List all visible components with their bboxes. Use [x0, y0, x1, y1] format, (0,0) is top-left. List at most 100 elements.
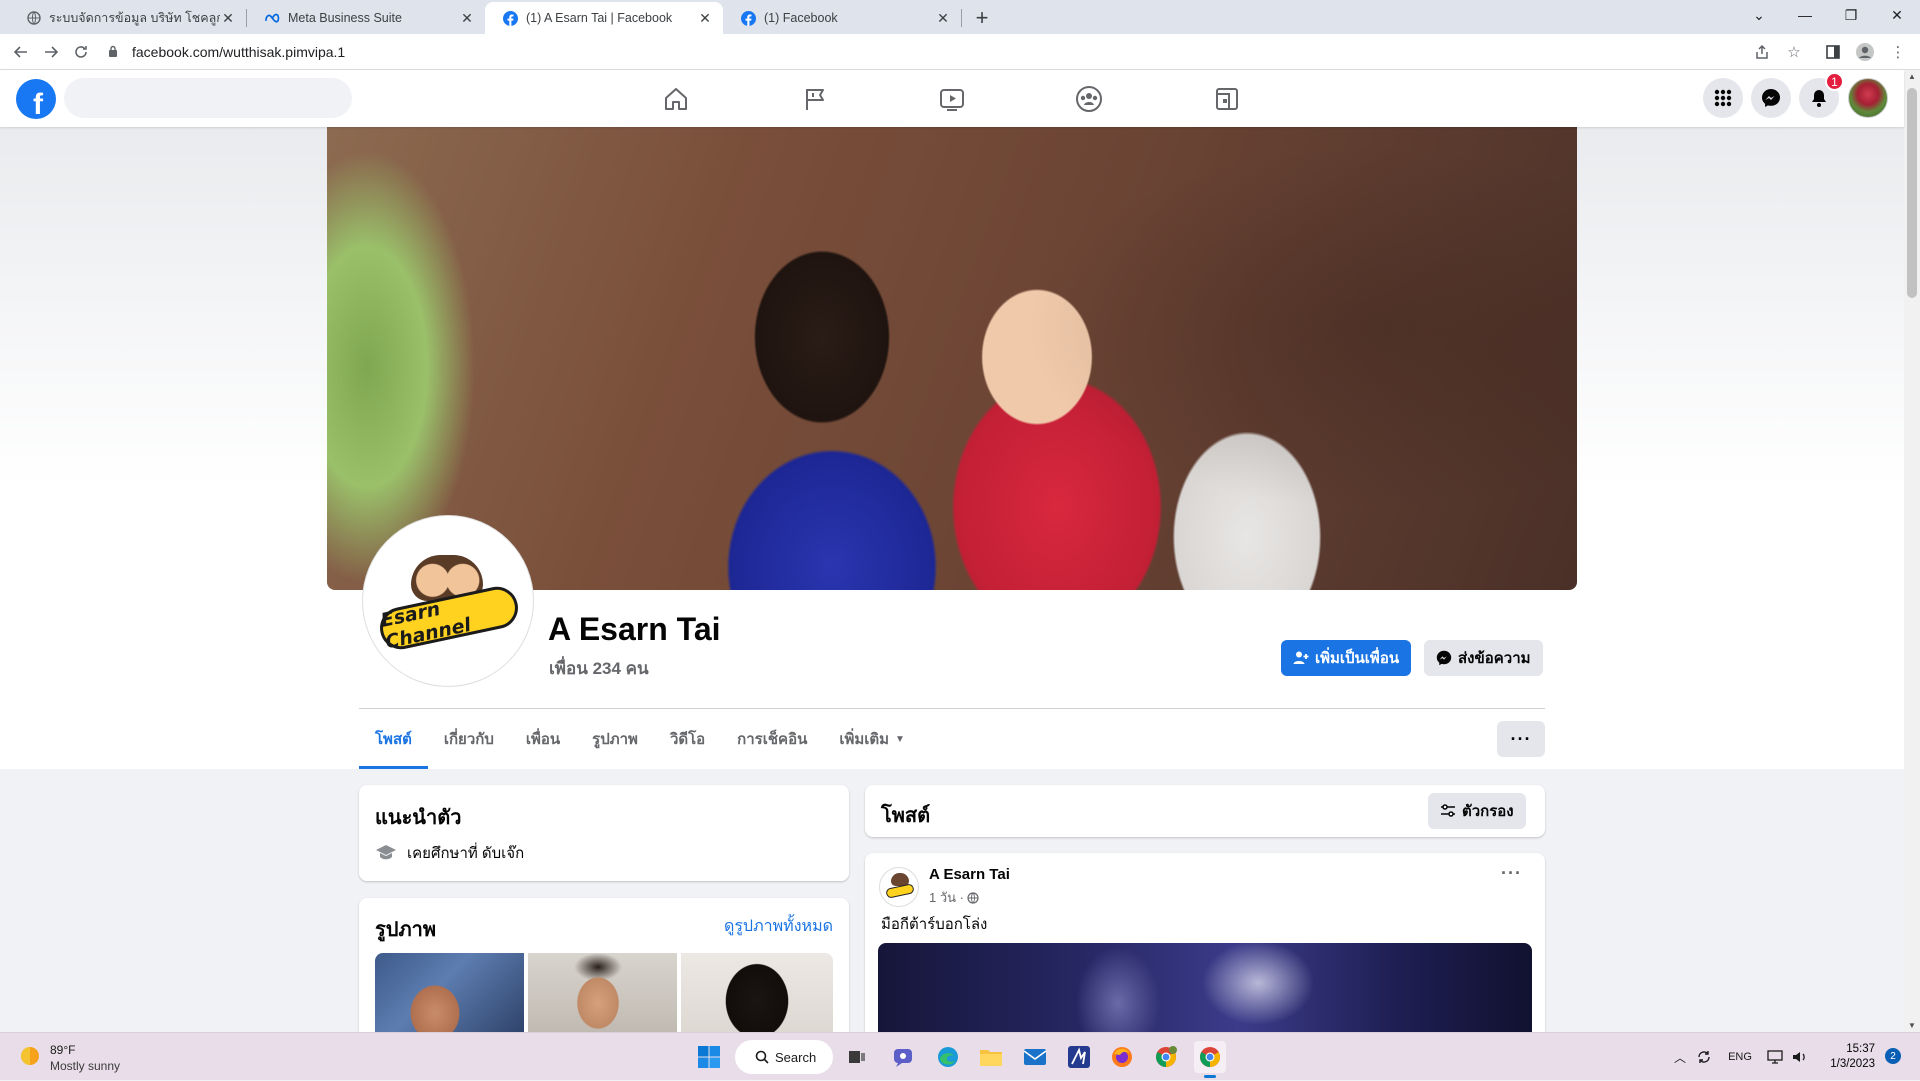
- account-avatar[interactable]: [1848, 78, 1888, 118]
- display-icon[interactable]: [1762, 1050, 1788, 1064]
- notifications-bell-icon[interactable]: 1: [1799, 72, 1844, 118]
- profile-icon[interactable]: [1851, 38, 1879, 66]
- close-tab-icon[interactable]: ✕: [935, 10, 951, 26]
- firefox-icon[interactable]: [1106, 1041, 1138, 1073]
- filter-button[interactable]: ตัวกรอง: [1428, 793, 1526, 829]
- browser-tab[interactable]: ระบบจัดการข้อมูล บริษัท โชคลูกโชค · ✕: [8, 2, 246, 34]
- gaming-icon[interactable]: [1171, 70, 1283, 127]
- sync-icon[interactable]: [1690, 1049, 1718, 1065]
- scroll-up-arrow-icon[interactable]: ▲: [1908, 72, 1916, 81]
- intro-education-row: เคยศึกษาที่ ดับเจ๊ก: [375, 841, 524, 865]
- facebook-search-input[interactable]: [64, 78, 352, 118]
- chrome-icon[interactable]: [1194, 1041, 1226, 1078]
- groups-icon[interactable]: [1033, 70, 1145, 127]
- menu-grid-icon[interactable]: [1703, 78, 1743, 118]
- new-tab-button[interactable]: +: [966, 2, 998, 34]
- task-view-icon[interactable]: [841, 1041, 873, 1073]
- chrome-profile-icon[interactable]: [1150, 1041, 1182, 1073]
- post-author-avatar[interactable]: [879, 867, 919, 907]
- windows-start-icon[interactable]: [693, 1041, 725, 1073]
- weather-desc: Mostly sunny: [50, 1059, 121, 1073]
- browser-tab[interactable]: Meta Business Suite ✕: [247, 2, 485, 34]
- browser-tab[interactable]: (1) Facebook ✕: [723, 2, 961, 34]
- teams-chat-icon[interactable]: [887, 1041, 919, 1073]
- photo-thumbnail[interactable]: [528, 953, 677, 1043]
- tab-friends[interactable]: เพื่อน: [510, 709, 576, 769]
- post-text: มือกีต้าร์บอกโล่ง: [881, 916, 988, 933]
- minimize-button[interactable]: —: [1782, 0, 1828, 30]
- tab-videos[interactable]: วิดีโอ: [654, 709, 721, 769]
- tab-about[interactable]: เกี่ยวกับ: [428, 709, 510, 769]
- tray-overflow-chevron-icon[interactable]: ︿: [1670, 1049, 1690, 1066]
- photo-thumbnail[interactable]: [375, 953, 524, 1043]
- forward-icon[interactable]: [36, 37, 66, 67]
- search-icon: [755, 1050, 769, 1064]
- post-meta: 1 วัน ·: [929, 887, 979, 908]
- tab-more-label: เพิ่มเติม: [839, 731, 890, 748]
- pages-flag-icon[interactable]: [759, 70, 871, 127]
- browser-tab-active[interactable]: (1) A Esarn Tai | Facebook ✕: [485, 2, 723, 34]
- post-author-name[interactable]: A Esarn Tai: [929, 866, 1010, 883]
- post-video[interactable]: [878, 943, 1532, 1043]
- see-all-photos-link[interactable]: ดูรูปภาพทั้งหมด: [724, 914, 833, 939]
- public-globe-icon: [967, 891, 979, 904]
- browser-tab-strip: ระบบจัดการข้อมูล บริษัท โชคลูกโชค · ✕ Me…: [0, 0, 1920, 34]
- page-scrollbar[interactable]: ▲ ▼: [1904, 70, 1920, 1032]
- posts-heading: โพสต์: [881, 805, 931, 827]
- filter-sliders-icon: [1440, 804, 1456, 818]
- system-clock[interactable]: 15:37 1/3/2023: [1815, 1042, 1875, 1072]
- tab-separator: [961, 9, 962, 27]
- post-time[interactable]: 1 วัน ·: [929, 887, 964, 908]
- taskbar-search-label: Search: [775, 1049, 817, 1065]
- weather-sun-icon[interactable]: [18, 1044, 42, 1068]
- close-tab-icon[interactable]: ✕: [697, 10, 713, 26]
- browser-menu-icon[interactable]: ⋮: [1884, 38, 1912, 66]
- volume-icon[interactable]: [1788, 1050, 1812, 1064]
- watch-video-icon[interactable]: [896, 70, 1008, 127]
- photos-heading: รูปภาพ: [375, 919, 437, 941]
- add-friend-button[interactable]: เพิ่มเป็นเพื่อน: [1281, 640, 1412, 676]
- send-message-label: ส่งข้อความ: [1458, 650, 1531, 667]
- photo-thumbnail[interactable]: [681, 953, 833, 1043]
- language-indicator[interactable]: ENG: [1718, 1051, 1762, 1063]
- notification-center-badge[interactable]: 2: [1885, 1048, 1901, 1064]
- tab-photos[interactable]: รูปภาพ: [576, 709, 654, 769]
- profile-options-button[interactable]: ···: [1497, 721, 1545, 757]
- profile-picture[interactable]: Esarn Channel: [363, 516, 533, 686]
- address-bar: facebook.com/wutthisak.pimvipa.1 ☆ ⋮: [0, 34, 1920, 70]
- facebook-logo[interactable]: f: [16, 79, 56, 119]
- tab-checkins[interactable]: การเช็คอิน: [721, 709, 823, 769]
- bookmark-star-icon[interactable]: ☆: [1780, 38, 1808, 66]
- tab-search-chevron-icon[interactable]: ⌄: [1736, 0, 1782, 30]
- clock-date: 1/3/2023: [1830, 1058, 1875, 1070]
- reload-icon[interactable]: [66, 37, 96, 67]
- home-icon[interactable]: [620, 70, 732, 127]
- restore-button[interactable]: ❐: [1828, 0, 1874, 30]
- close-window-button[interactable]: ✕: [1874, 0, 1920, 30]
- back-icon[interactable]: [6, 37, 36, 67]
- file-explorer-icon[interactable]: [975, 1041, 1007, 1073]
- friend-count[interactable]: เพื่อน 234 คน: [549, 655, 649, 682]
- messenger-icon[interactable]: [1751, 78, 1791, 118]
- tab-posts[interactable]: โพสต์: [359, 709, 428, 769]
- url-omnibox[interactable]: facebook.com/wutthisak.pimvipa.1: [108, 38, 1768, 66]
- taskbar-search[interactable]: Search: [735, 1040, 833, 1074]
- share-icon[interactable]: [1748, 38, 1776, 66]
- post-options-icon[interactable]: ···: [1501, 863, 1522, 884]
- facebook-top-nav: f 1: [0, 70, 1904, 127]
- scroll-down-arrow-icon[interactable]: ▼: [1908, 1021, 1916, 1030]
- tab-more[interactable]: เพิ่มเติม ▼: [823, 709, 921, 769]
- esarn-channel-logo: Esarn Channel: [373, 551, 523, 653]
- side-panel-icon[interactable]: [1819, 38, 1847, 66]
- profile-name: A Esarn Tai: [548, 611, 721, 647]
- close-tab-icon[interactable]: ✕: [459, 10, 475, 26]
- send-message-button[interactable]: ส่งข้อความ: [1424, 640, 1543, 676]
- add-friend-icon: [1293, 650, 1309, 666]
- posts-header-card: โพสต์ ตัวกรอง: [865, 785, 1545, 837]
- app-icon-blue[interactable]: [1063, 1041, 1095, 1073]
- edge-browser-icon[interactable]: [932, 1041, 964, 1073]
- mail-icon[interactable]: [1019, 1041, 1051, 1073]
- close-tab-icon[interactable]: ✕: [220, 10, 236, 26]
- scrollbar-thumb[interactable]: [1907, 88, 1917, 298]
- cover-photo[interactable]: [327, 127, 1577, 590]
